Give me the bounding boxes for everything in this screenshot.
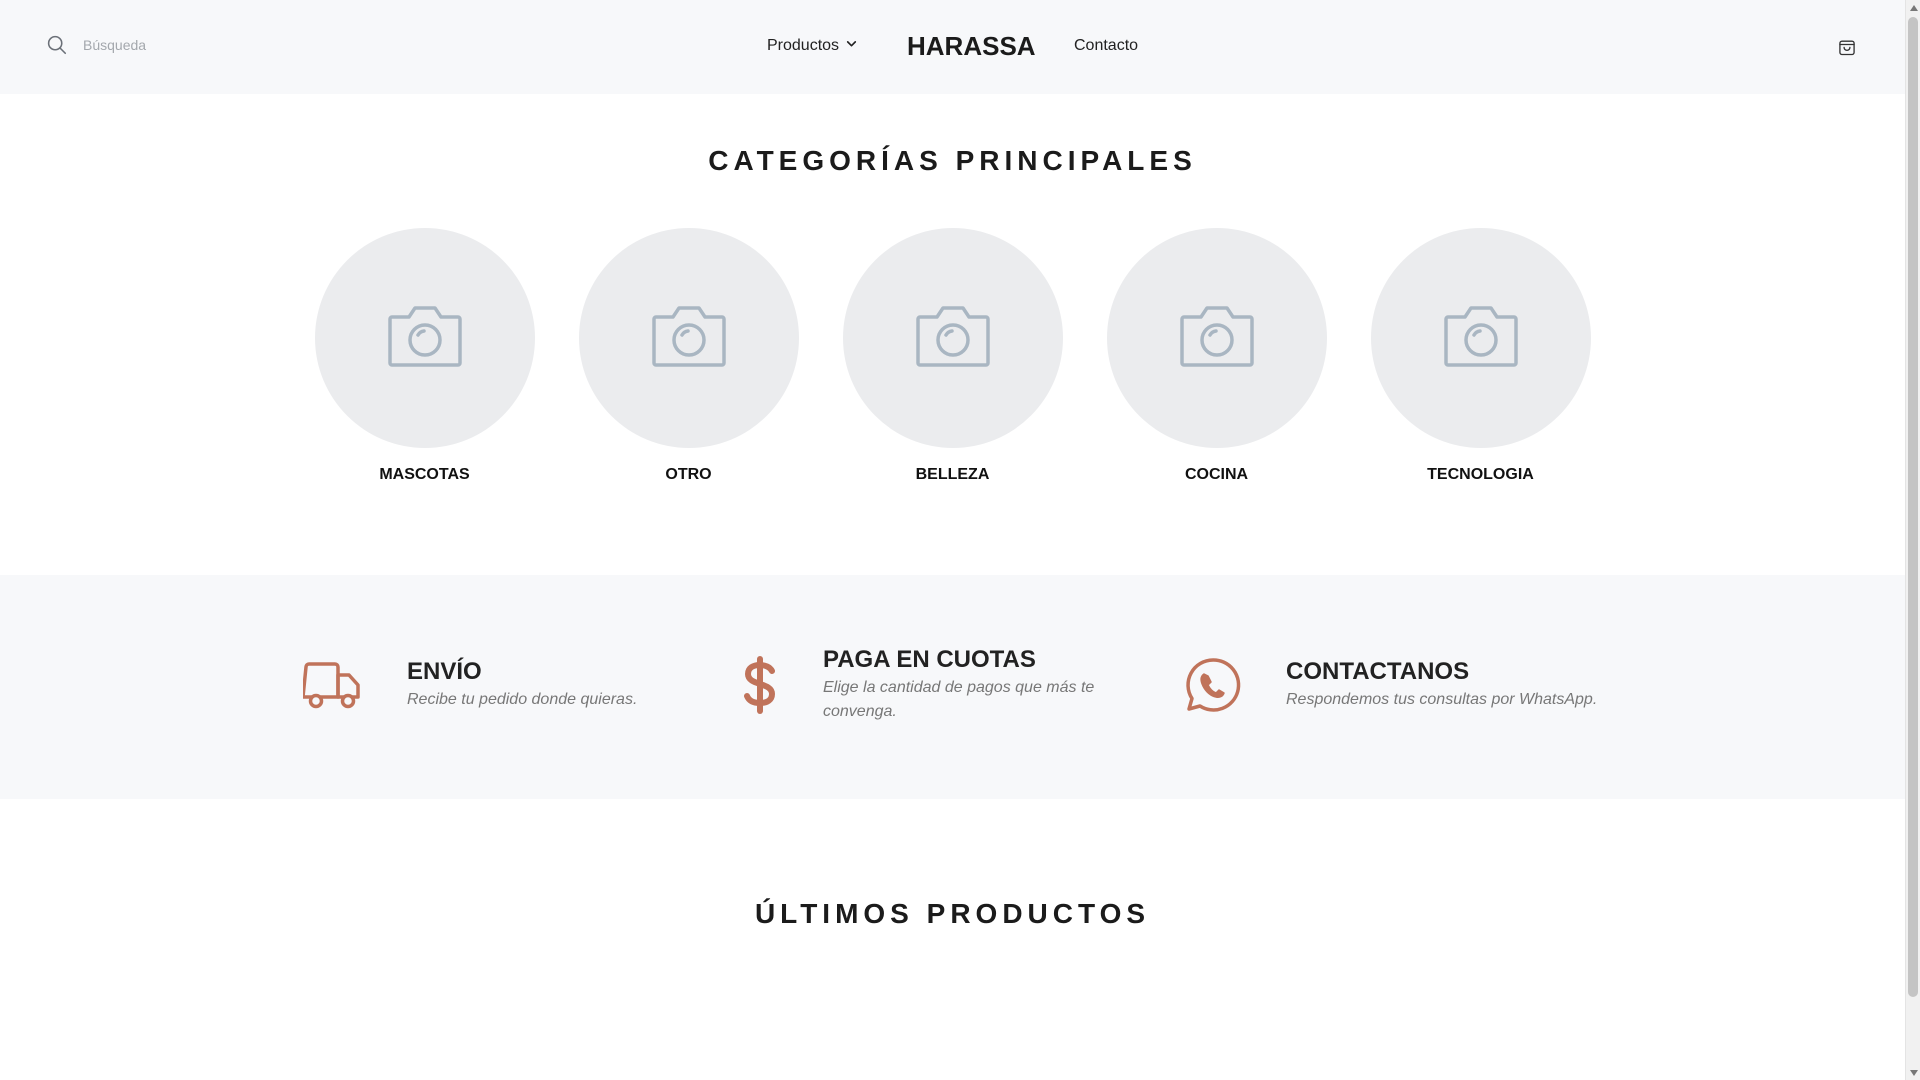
category-item-belleza[interactable]: BELLEZA [842,228,1063,484]
latest-products-title: ÚLTIMOS PRODUCTOS [754,898,1151,929]
camera-placeholder-icon [914,303,992,374]
main-nav: Productos HARASSA Contacto [0,0,1905,94]
shopping-bag-icon [1837,40,1857,61]
nav-products-label: Productos [767,37,840,54]
camera-placeholder-icon [650,303,728,374]
categories-list: MASCOTAS OTRO BELLEZA COCINA TECNOLOGIA [0,228,1905,484]
truck-icon [300,661,364,709]
site-header: Productos HARASSA Contacto [0,0,1905,94]
benefit-text: ENVÍO Recibe tu pedido donde quieras. [407,658,637,712]
nav-contact-link[interactable]: Contacto [1074,37,1138,55]
camera-placeholder-icon [1178,303,1256,374]
category-image-placeholder[interactable] [314,228,535,448]
category-item-otro[interactable]: OTRO [578,228,799,484]
camera-placeholder-icon [386,303,464,374]
scroll-up-arrow-icon[interactable] [1906,0,1920,15]
benefit-description: Respondemos tus consultas por WhatsApp. [1286,691,1598,708]
whatsapp-icon [1183,657,1243,713]
cart-button[interactable] [1837,37,1857,62]
category-image-placeholder[interactable] [1370,228,1591,448]
vertical-scrollbar[interactable] [1905,0,1920,1080]
scrollbar-thumb[interactable] [1908,17,1918,997]
benefit-installments: PAGA EN CUOTAS Elige la cantidad de pago… [737,646,1123,724]
category-item-tecnologia[interactable]: TECNOLOGIA [1370,228,1591,484]
chevron-down-icon [845,37,858,55]
benefit-title: PAGA EN CUOTAS [823,646,1036,673]
benefit-title: CONTACTANOS [1286,658,1470,685]
categories-title: CATEGORÍAS PRINCIPALES [708,145,1197,176]
page: Productos HARASSA Contacto CATEGORÍAS [0,0,1905,1080]
category-label: OTRO [665,466,712,483]
benefit-description: Recibe tu pedido donde quieras. [407,691,638,708]
nav-products-dropdown[interactable]: Productos [767,37,858,55]
benefits-band: ENVÍO Recibe tu pedido donde quieras. PA… [0,575,1905,799]
benefit-text: PAGA EN CUOTAS Elige la cantidad de pago… [823,646,1123,724]
category-image-placeholder[interactable] [1106,228,1327,448]
category-label: COCINA [1184,466,1249,483]
category-label: BELLEZA [915,466,990,483]
category-image-placeholder[interactable] [578,228,799,448]
dollar-icon [737,656,783,714]
category-item-cocina[interactable]: COCINA [1106,228,1327,484]
benefit-text: CONTACTANOS Respondemos tus consultas po… [1286,658,1597,712]
camera-placeholder-icon [1442,303,1520,374]
brand-logo[interactable]: HARASSA [907,31,1036,62]
benefit-contact: CONTACTANOS Respondemos tus consultas po… [1183,657,1597,713]
scroll-down-arrow-icon[interactable] [1906,1065,1920,1080]
benefit-shipping: ENVÍO Recibe tu pedido donde quieras. [300,658,637,712]
category-label: TECNOLOGIA [1427,466,1534,483]
benefit-title: ENVÍO [407,658,482,685]
benefit-description: Elige la cantidad de pagos que más te co… [823,679,1095,720]
category-label: MASCOTAS [379,466,470,483]
category-item-mascotas[interactable]: MASCOTAS [314,228,535,484]
category-image-placeholder[interactable] [842,228,1063,448]
